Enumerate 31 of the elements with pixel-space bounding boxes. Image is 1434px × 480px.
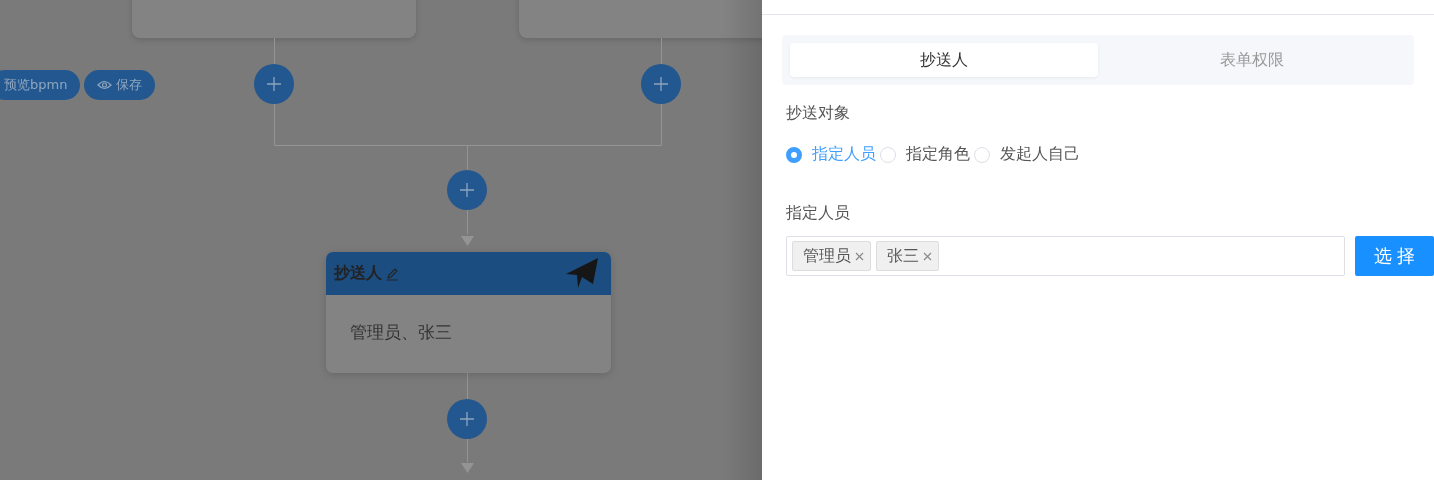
arrow-icon — [461, 236, 474, 246]
tag-label: 管理员 — [803, 245, 851, 267]
plus-icon — [266, 76, 282, 92]
add-node-button[interactable] — [254, 64, 294, 104]
radio-option[interactable]: 指定人员 — [786, 144, 876, 165]
plus-icon — [653, 76, 669, 92]
plus-icon — [459, 182, 475, 198]
plus-icon — [459, 411, 475, 427]
node-card[interactable]: 抄送人 管理员、张三 — [326, 252, 611, 373]
field-label: 抄送对象 — [786, 103, 851, 124]
node-title: 抄送人 — [334, 263, 382, 284]
pencil-icon[interactable] — [386, 266, 400, 281]
close-icon[interactable] — [923, 251, 932, 261]
select-button[interactable]: 选 择 — [1355, 236, 1434, 276]
field-label: 指定人员 — [786, 203, 851, 224]
tag-label: 张三 — [887, 245, 919, 267]
tab[interactable]: 表单权限 — [1098, 43, 1406, 77]
radio-option[interactable]: 指定角色 — [880, 144, 970, 165]
paper-plane-icon — [566, 258, 598, 288]
radio-option[interactable]: 发起人自己 — [974, 144, 1080, 165]
eye-icon — [97, 80, 113, 90]
toolbar-button[interactable]: 预览bpmn — [0, 70, 81, 100]
node-content: 管理员、张三 — [349, 321, 453, 344]
add-node-button[interactable] — [447, 399, 487, 439]
tab[interactable]: 抄送人 — [790, 43, 1098, 77]
close-icon[interactable] — [855, 251, 864, 261]
toolbar-button[interactable]: 保存 — [84, 70, 156, 100]
arrow-icon — [461, 463, 474, 473]
add-node-button[interactable] — [447, 170, 487, 210]
add-node-button[interactable] — [641, 64, 681, 104]
member-select-field[interactable]: 管理员 张三 — [786, 236, 1345, 276]
